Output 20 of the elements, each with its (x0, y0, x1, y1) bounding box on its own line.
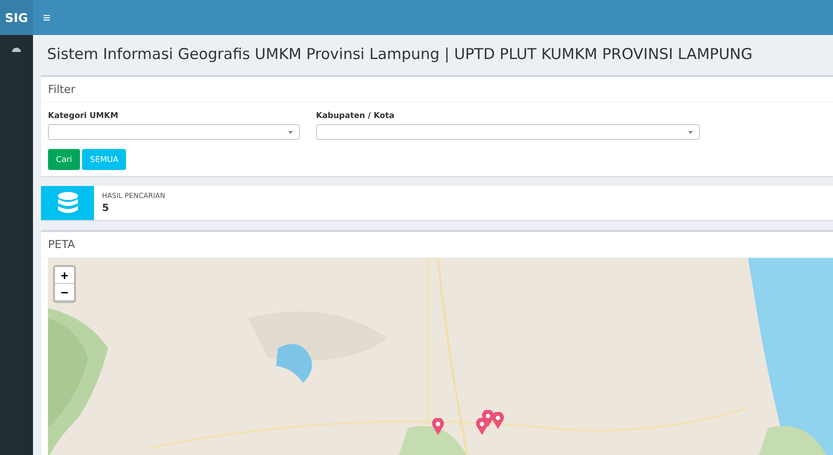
brand-logo: SIG (0, 0, 33, 35)
caret-icon (688, 130, 693, 134)
select-field[interactable] (48, 124, 300, 140)
field-label: Kategori UMKM (48, 111, 120, 120)
panel-title: Filter (41, 77, 833, 103)
caret-icon (288, 130, 293, 134)
database-icon (58, 192, 78, 214)
zoom-in-button[interactable]: + (55, 267, 74, 284)
show-all-button[interactable]: SEMUA (82, 149, 126, 170)
map-pin-icon[interactable] (432, 418, 444, 435)
result-count: 5 (102, 203, 110, 214)
zoom-out-button[interactable]: − (55, 284, 74, 301)
menu-button[interactable]: ≡ (41, 10, 53, 25)
dashboard-icon[interactable] (12, 45, 21, 52)
map-pin-icon[interactable] (482, 410, 494, 427)
field-label: Kabupaten / Kota (316, 111, 396, 120)
select-field[interactable] (316, 124, 700, 140)
search-button[interactable]: Cari (48, 149, 80, 170)
page-title: Sistem Informasi Geografis UMKM Provinsi Lampung | UPTD PLUT KUMKM PROVINSI LAMPUNG (47, 44, 754, 65)
map-pin-icon[interactable] (492, 412, 504, 429)
